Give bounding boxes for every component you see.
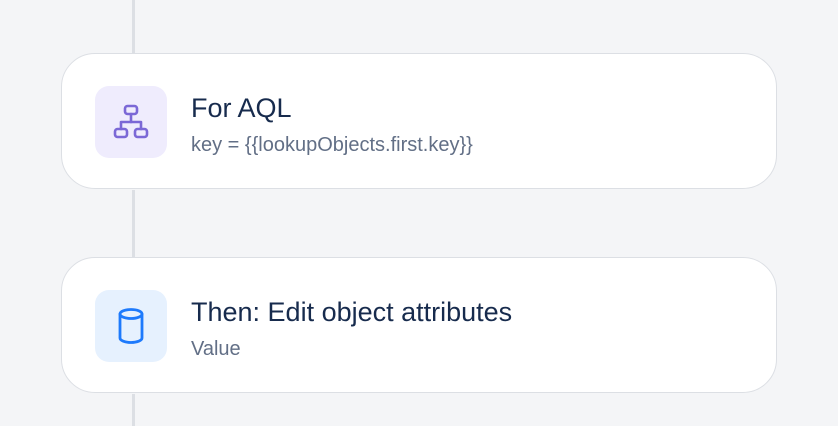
connector-line: [132, 0, 135, 54]
step-title: Then: Edit object attributes: [191, 297, 513, 327]
rule-step-edit-object-attributes[interactable]: Then: Edit object attributes Value: [61, 257, 777, 393]
connector-line: [132, 190, 135, 258]
connector-line: [132, 394, 135, 426]
step-subtitle: key = {{lookupObjects.first.key}}: [191, 134, 473, 156]
branch-icon-container: [95, 86, 167, 158]
step-title: For AQL: [191, 93, 292, 123]
database-icon: [118, 308, 144, 344]
step-subtitle: Value: [191, 338, 241, 360]
rule-step-for-aql[interactable]: For AQL key = {{lookupObjects.first.key}…: [61, 53, 777, 189]
action-icon-container: [95, 290, 167, 362]
hierarchy-icon: [113, 104, 149, 139]
